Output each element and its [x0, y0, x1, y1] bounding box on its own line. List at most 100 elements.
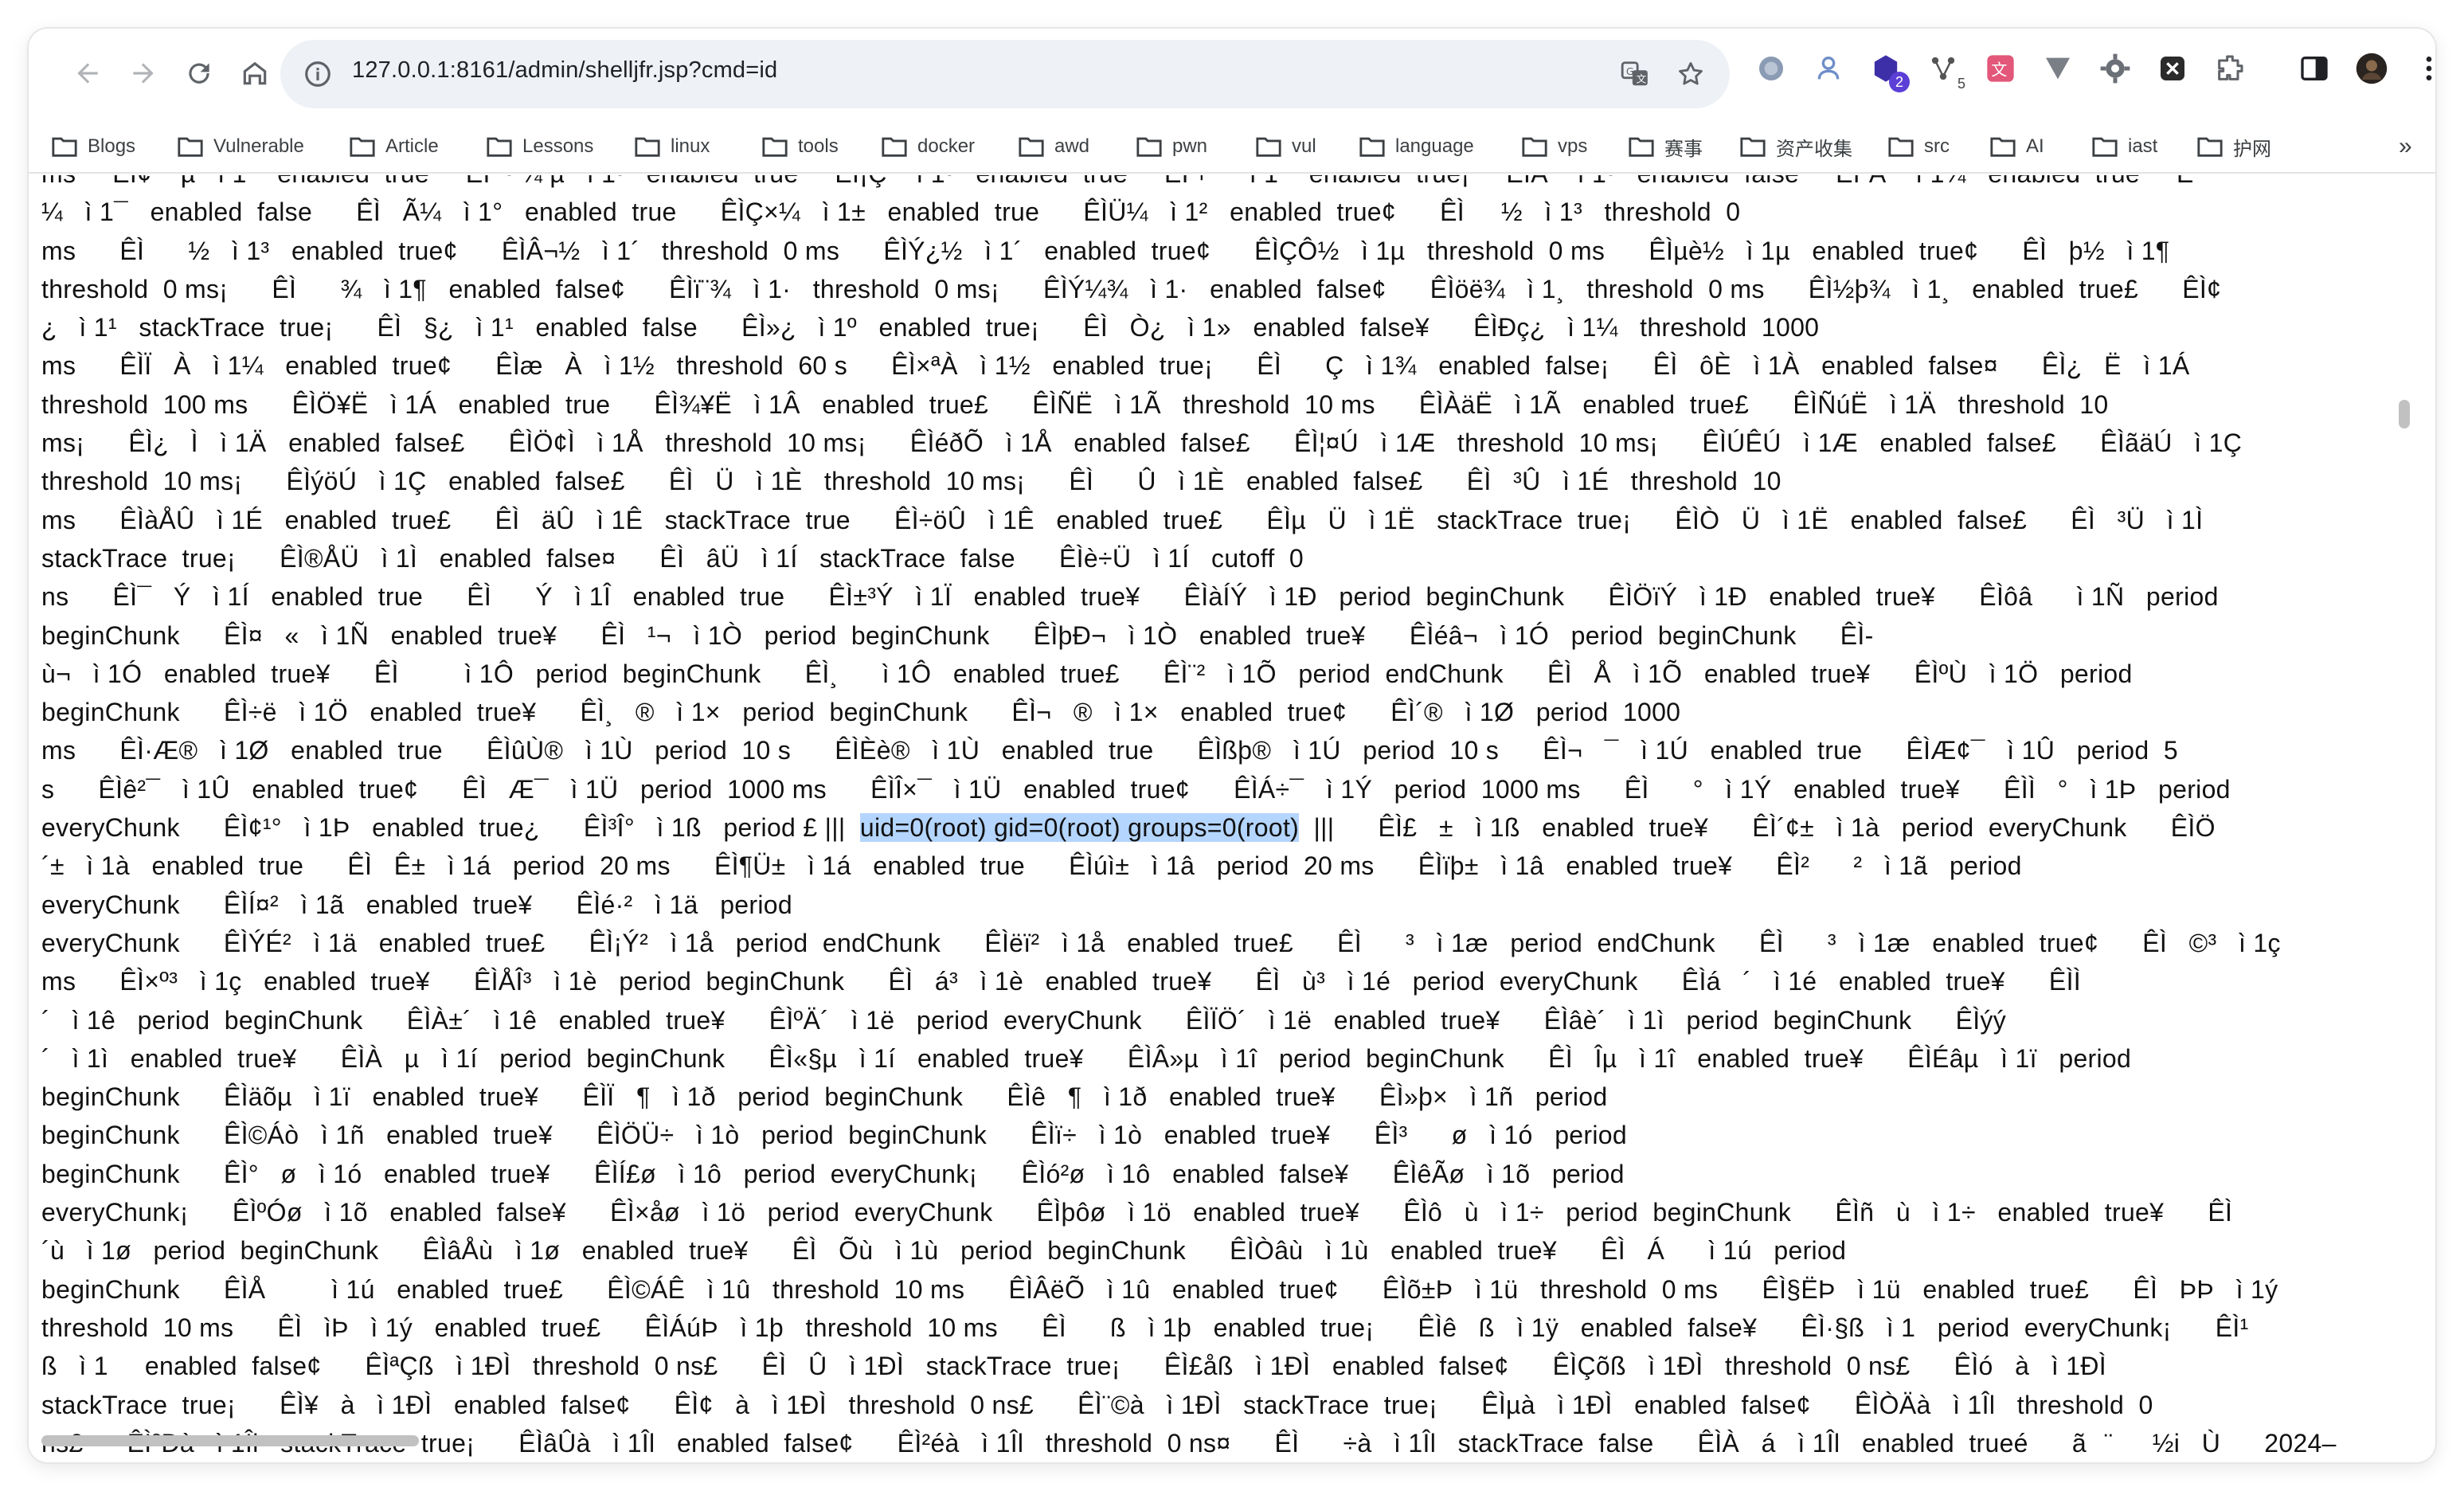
puzzle-extensions-icon[interactable] — [2211, 49, 2249, 88]
vertical-scrollbar[interactable] — [2399, 400, 2410, 429]
folder-icon — [762, 137, 788, 157]
output-line: threshold 10 ms¡ ÊÌýöÚ ì 1Ç enabled fals… — [41, 467, 1782, 496]
output-line: beginChunk ÊÌ÷ë ì 1Ö enabled true¥ ÊÌ¸ ®… — [41, 698, 1681, 727]
bookmark-folder[interactable]: docker — [881, 131, 975, 162]
output-line: beginChunk ÊÌ©Áò ì 1ñ enabled true¥ ÊÌÖÜ… — [41, 1121, 1627, 1150]
folder-icon — [1256, 137, 1281, 157]
address-bar[interactable]: 127.0.0.1:8161/admin/shelljfr.jsp?cmd=id… — [280, 40, 1730, 108]
bookmark-folder[interactable]: 资产收集 — [1739, 131, 1852, 162]
output-line: beginChunk ÊÌäõµ ì 1ï enabled true¥ ÊÌÏ … — [41, 1082, 1608, 1112]
page-content: ms ÊÌ¢ µ ì 1² enabled true ÊÌ ³ ¼ µ ì 1³… — [29, 175, 2418, 1459]
output-line: ms¡ ÊÌ¿ Ì ì 1Ä enabled false£ ÊÌÖ¢Ì ì 1Å… — [41, 429, 2243, 458]
output-line: beginChunk ÊÌ¤ « ì 1Ñ enabled true¥ ÊÌ ¹… — [41, 620, 1874, 650]
output-line: stackTrace true¡ ÊÌ®ÅÜ ì 1Ì enabled fals… — [41, 543, 1304, 573]
bookmark-label: Article — [385, 135, 439, 157]
v-shield-extension-icon[interactable] — [2039, 49, 2077, 88]
side-panel-icon[interactable] — [2295, 49, 2333, 88]
output-line: ´± ì 1à enabled true ÊÌ Ê± ì 1á period 2… — [41, 851, 2022, 881]
back-button[interactable] — [64, 49, 111, 97]
bookmark-label: language — [1395, 135, 1474, 157]
site-info-icon[interactable] — [301, 57, 334, 91]
bookmark-folder[interactable]: vul — [1255, 131, 1316, 162]
profile-avatar[interactable] — [2353, 49, 2391, 88]
output-line: ms ÊÌàÅÛ ì 1É enabled true£ ÊÌ äÛ ì 1Ê s… — [41, 505, 2204, 534]
bookmark-folder[interactable]: linux — [634, 131, 710, 162]
reload-button[interactable] — [175, 49, 223, 97]
bookmark-label: Vulnerable — [213, 135, 304, 157]
svg-text:文: 文 — [1991, 60, 2007, 79]
bookmark-label: 护网 — [2233, 138, 2271, 160]
output-line: ´ ì 1ì enabled true¥ ÊÌÀ µ ì 1í period b… — [41, 1043, 2132, 1073]
bookmark-star-icon[interactable] — [1672, 56, 1709, 92]
horizontal-scrollbar[interactable] — [41, 1435, 419, 1446]
forward-button[interactable] — [119, 49, 167, 97]
bookmark-folder[interactable]: src — [1887, 131, 1950, 162]
output-line: s ÊÌê²¯ ì 1Û enabled true¢ ÊÌ Æ¯ ì 1Ü pe… — [41, 774, 2231, 804]
output-line: ns ÊÌ¯ Ý ì 1Í enabled true ÊÌ Ý ì 1Î ena… — [41, 582, 2219, 612]
output-line: threshold 0 ms¡ ÊÌ ¾ ì 1¶ enabled false¢… — [41, 274, 2222, 303]
bookmark-folder[interactable]: language — [1359, 131, 1474, 162]
x-extension-icon[interactable] — [2153, 49, 2192, 88]
url-text[interactable]: 127.0.0.1:8161/admin/shelljfr.jsp?cmd=id — [352, 57, 777, 84]
bookmark-folder[interactable]: Blogs — [51, 131, 135, 162]
output-line: ´ ì 1ê period beginChunk ÊÌÀ±´ ì 1ê enab… — [41, 1005, 2007, 1035]
folder-icon — [178, 137, 203, 157]
output-line: ms ÊÌ×º³ ì 1ç enabled true¥ ÊÌÅÎ³ ì 1è p… — [41, 967, 2081, 996]
extension-badge: 2 — [1889, 72, 1910, 92]
translate-icon[interactable]: G文 — [1617, 56, 1653, 92]
bookmark-label: vul — [1292, 135, 1316, 157]
bookmark-folder[interactable]: vps — [1521, 131, 1587, 162]
bookmark-folder[interactable]: Vulnerable — [177, 131, 304, 162]
output-line: ß ì 1 enabled false¢ ÊÌªÇß ì 1ÐÌ thresho… — [41, 1352, 2106, 1381]
output-line: stackTrace true¡ ÊÌ¥ à ì 1ÐÌ enabled fal… — [41, 1390, 2153, 1419]
selected-command-result: uid=0(root) gid=0(root) groups=0(root) — [859, 813, 1300, 843]
folder-icon — [1522, 137, 1547, 157]
output-line: ù¬ ì 1Ó enabled true¥ ÊÌ ì 1Ô period beg… — [41, 659, 2133, 688]
output-line: ¼ ì 1¯ enabled false ÊÌ Ã¼ ì 1° enabled … — [41, 198, 1741, 227]
bookmark-folder[interactable]: 护网 — [2196, 131, 2271, 162]
bookmark-folder[interactable]: AI — [1989, 131, 2044, 162]
gear-extension-icon[interactable] — [2096, 49, 2134, 88]
bookmark-folder[interactable]: pwn — [1136, 131, 1207, 162]
folder-icon — [1359, 137, 1385, 157]
folder-icon — [1019, 137, 1044, 157]
bookmark-folder[interactable]: iast — [2091, 131, 2157, 162]
bookmark-folder[interactable]: 赛事 — [1628, 131, 1703, 162]
folder-icon — [1740, 137, 1766, 157]
bookmark-folder[interactable]: awd — [1018, 131, 1089, 162]
bookmark-label: 资产收集 — [1776, 138, 1852, 160]
folder-icon — [2197, 137, 2223, 157]
folder-icon — [1629, 137, 1654, 157]
bookmark-label: awd — [1054, 135, 1090, 157]
folder-icon — [635, 137, 660, 157]
arrow-left-icon — [77, 63, 98, 84]
bookmarks-bar: Blogs Vulnerable Article Lessons linux t… — [29, 118, 2435, 174]
bookmark-label: 赛事 — [1664, 138, 1703, 160]
menu-kebab-icon[interactable] — [2410, 49, 2435, 88]
home-button[interactable] — [231, 49, 279, 97]
output-line: beginChunk ÊÌÅ ì 1ú enabled true£ ÊÌ©ÁÊ … — [41, 1274, 2278, 1304]
more-bookmarks-chevron-icon[interactable]: » — [2399, 131, 2412, 162]
hexagon-extension-icon[interactable]: 2 — [1867, 49, 1910, 92]
bookmark-label: Lessons — [522, 135, 594, 157]
bookmark-folder[interactable]: tools — [761, 131, 839, 162]
extension-count: 5 — [1957, 76, 1965, 92]
output-line: everyChunk ÊÌÝÉ² ì 1ä enabled true£ ÊÌ¡Ý… — [41, 928, 2281, 957]
output-line: ms ÊÌÏ À ì 1¼ enabled true¢ ÊÌæ À ì 1½ t… — [41, 351, 2190, 381]
bookmark-folder[interactable]: Lessons — [486, 131, 593, 162]
bookmark-folder[interactable]: Article — [349, 131, 439, 162]
output-line: beginChunk ÊÌ° ø ì 1ó enabled true¥ ÊÌÍ£… — [41, 1159, 1625, 1188]
bookmark-label: Blogs — [88, 135, 136, 157]
bookmark-label: pwn — [1172, 135, 1208, 157]
person-extension-icon[interactable] — [1809, 49, 1848, 88]
output-line: everyChunk ÊÌÍ¤² ì 1ã enabled true¥ ÊÌé·… — [41, 890, 792, 919]
arrow-right-icon — [133, 63, 154, 84]
translate-extension-icon[interactable]: 文 — [1981, 49, 2020, 88]
folder-icon — [1990, 137, 2016, 157]
browser-toolbar: 127.0.0.1:8161/admin/shelljfr.jsp?cmd=id… — [29, 29, 2435, 118]
folder-icon — [1136, 137, 1162, 157]
bookmark-label: src — [1924, 135, 1950, 157]
circle-extension-icon[interactable] — [1752, 49, 1790, 88]
output-line: threshold 100 ms ÊÌÖ¥Ë ì 1Á enabled true… — [41, 389, 2109, 419]
network-extension-icon[interactable]: 5 — [1924, 49, 1965, 92]
